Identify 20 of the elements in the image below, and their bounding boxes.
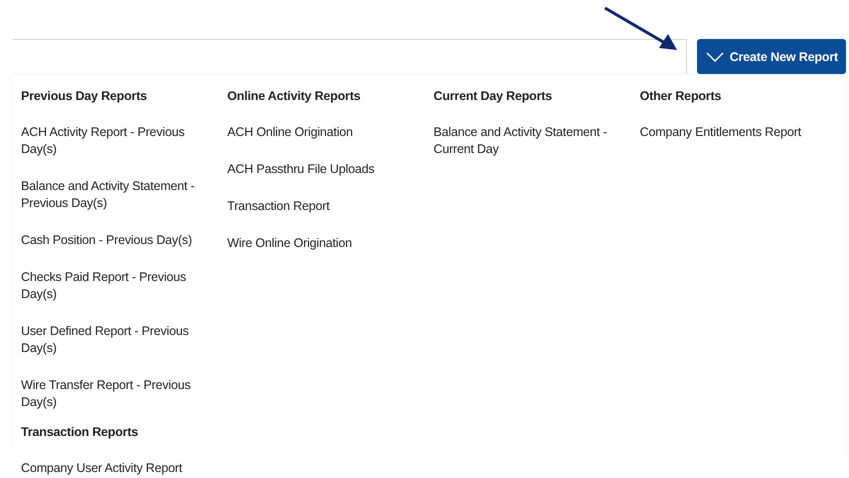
create-report-button[interactable]: Create New Report [696,39,846,74]
report-link[interactable]: ACH Passthru File Uploads [227,161,374,178]
chevron-down-icon [706,52,724,62]
section-heading: Previous Day Reports [21,89,147,103]
report-link[interactable]: Transaction Report [227,198,330,215]
report-link[interactable]: ACH Activity Report - Previous Day(s) [21,124,208,158]
report-link[interactable]: Company Entitlements Report [640,124,802,141]
report-link[interactable]: Wire Transfer Report - Previous Day(s) [21,377,208,411]
report-link[interactable]: Balance and Activity Statement - Previous Day(s) [21,178,208,212]
report-link[interactable]: Wire Online Origination [227,235,352,252]
section-heading: Transaction Reports [21,425,138,439]
report-link[interactable]: Cash Position - Previous Day(s) [21,232,192,249]
report-link[interactable]: Company User Activity Report [21,460,182,477]
report-link[interactable]: ACH Online Origination [227,124,353,141]
report-link[interactable]: Checks Paid Report - Previous Day(s) [21,269,208,303]
report-link[interactable]: User Defined Report - Previous Day(s) [21,323,208,357]
section-heading: Current Day Reports [434,89,552,103]
section-heading: Other Reports [640,89,722,103]
section-heading: Online Activity Reports [227,89,360,103]
report-link[interactable]: Balance and Activity Statement - Current Day [434,124,620,158]
